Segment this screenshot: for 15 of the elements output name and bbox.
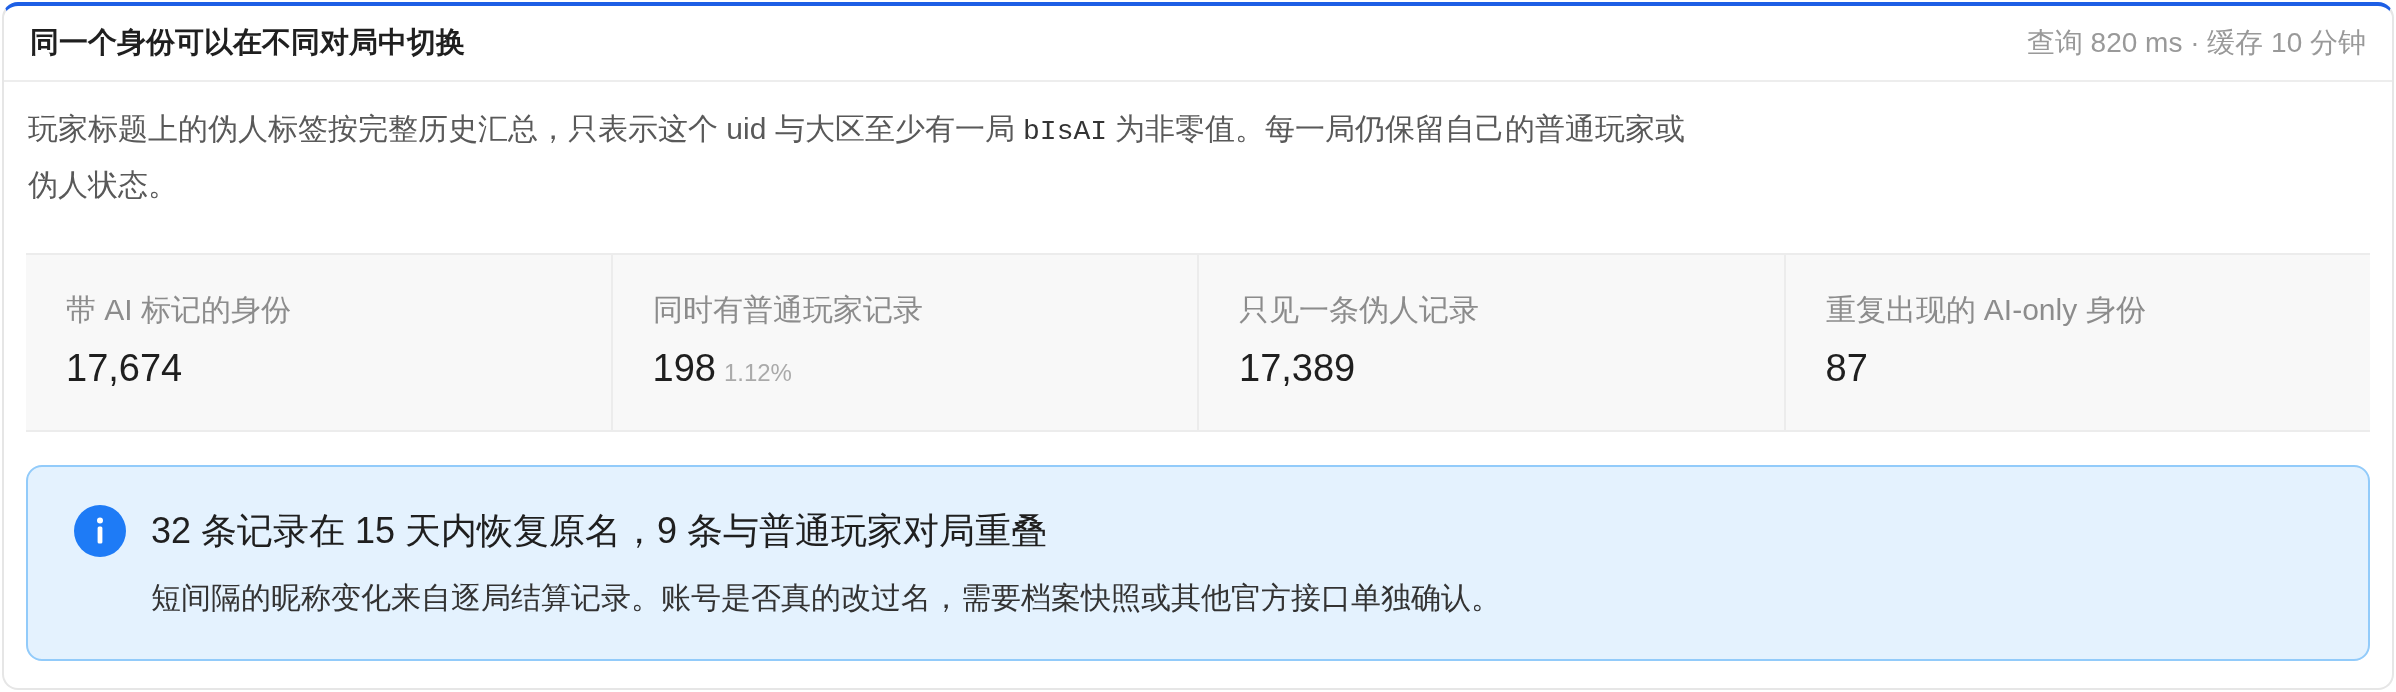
alert-title: 32 条记录在 15 天内恢复原名，9 条与普通玩家对局重叠 bbox=[151, 509, 1049, 553]
stat-value: 17,674 bbox=[66, 346, 183, 391]
stat-value: 17,389 bbox=[1239, 346, 1356, 391]
stat-value: 198 bbox=[652, 346, 716, 391]
stat-label: 带 AI 标记的身份 bbox=[66, 292, 292, 328]
stat-label: 重复出现的 AI-only 身份 bbox=[1825, 292, 2147, 328]
description-text: 玩家标题上的伪人标签按完整历史汇总，只表示这个 uid 与大区至少有一局 bIsAI 为非零值。每一局仍保留自己的普通玩家或伪人状态。 bbox=[28, 111, 1687, 203]
stat-label: 同时有普通玩家记录 bbox=[652, 292, 924, 328]
query-meta: 查询 820 ms · 缓存 10 分钟 bbox=[2026, 26, 2366, 60]
stat-value: 87 bbox=[1825, 346, 1868, 391]
panel-title: 同一个身份可以在不同对局中切换 bbox=[30, 25, 465, 60]
stat-percent: 1.12% bbox=[723, 358, 792, 388]
stat-label: 只见一条伪人记录 bbox=[1239, 292, 1480, 328]
info-icon bbox=[74, 505, 126, 557]
alert-message: 短间隔的昵称变化来自逐局结算记录。账号是否真的改过名，需要档案快照或其他官方接口单独确认。 bbox=[151, 580, 1502, 616]
